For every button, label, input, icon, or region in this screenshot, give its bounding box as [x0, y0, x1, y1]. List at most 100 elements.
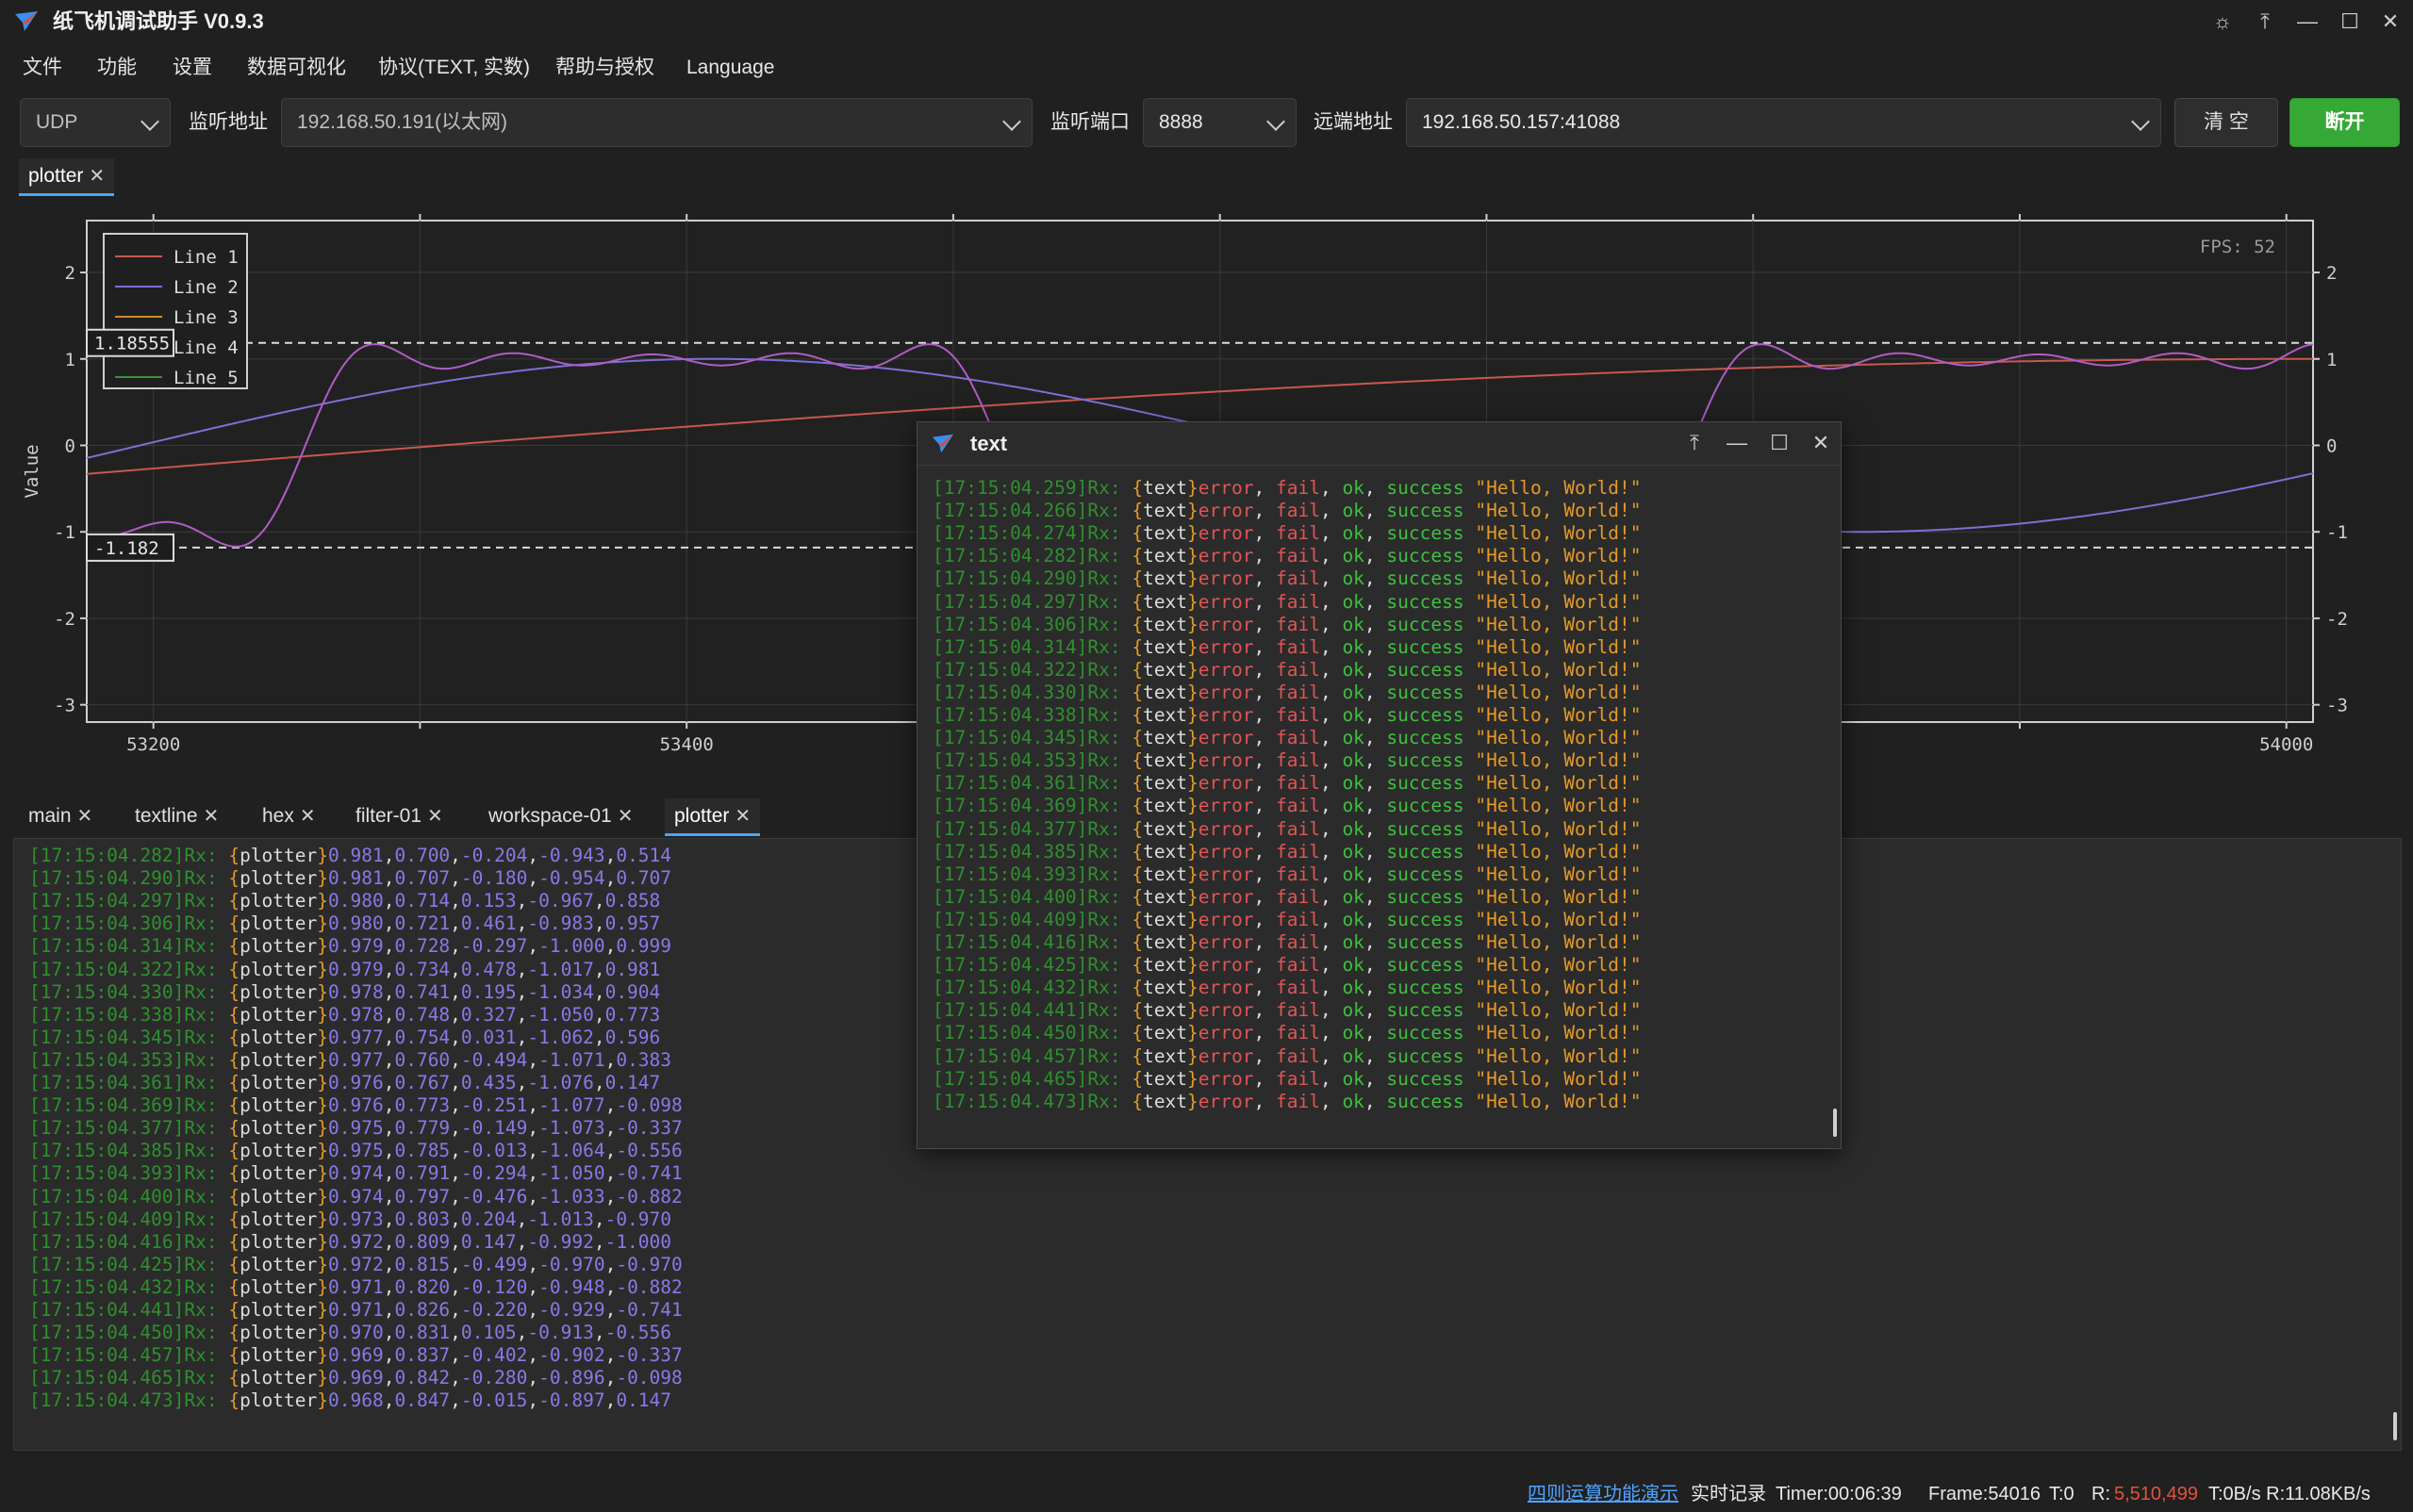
close-tab-icon[interactable]: ✕ — [427, 798, 443, 834]
text-log-word: fail — [1275, 590, 1320, 613]
text-log-word: fail — [1275, 977, 1320, 999]
brace-close: } — [1187, 885, 1198, 908]
minimize-icon[interactable]: — — [2291, 6, 2323, 38]
text-log-line: [17:15:04.345]Rx: {text}error, fail, ok,… — [933, 727, 1641, 749]
tab-hex[interactable]: hex ✕ — [253, 798, 325, 836]
text-log-word: ok — [1342, 1067, 1364, 1090]
log-value: -0.337 — [616, 1117, 683, 1140]
theme-sun-icon[interactable]: ☼ — [2206, 6, 2239, 38]
minimize-icon[interactable]: — — [1721, 427, 1753, 459]
comma: , — [604, 1162, 617, 1185]
log-value: -0.970 — [604, 1208, 672, 1230]
log-value: -0.204 — [460, 845, 528, 866]
log-value: 0.147 — [604, 1072, 661, 1093]
text-log-word: , — [1253, 863, 1276, 885]
log-timestamp: [17:15:04.306]Rx: — [29, 912, 229, 935]
menu-file[interactable]: 文件 — [23, 49, 62, 87]
log-line: [17:15:04.345]Rx: {plotter}0.977,0.754,0… — [29, 1027, 660, 1049]
demo-link[interactable]: 四则运算功能演示 — [1528, 1482, 1678, 1506]
brace-open: { — [1132, 1067, 1144, 1090]
log-value: 0.973 — [328, 1208, 384, 1230]
close-tab-icon[interactable]: ✕ — [735, 798, 751, 834]
tab-main[interactable]: main ✕ — [19, 798, 102, 836]
text-log-panel[interactable]: [17:15:04.259]Rx: {text}error, fail, ok,… — [923, 473, 1830, 1133]
log-value: -1.071 — [538, 1048, 605, 1071]
clear-button[interactable]: 清 空 — [2174, 98, 2278, 147]
tab-plotter-top[interactable]: plotter ✕ — [19, 158, 115, 196]
text-log-line: [17:15:04.441]Rx: {text}error, fail, ok,… — [933, 999, 1641, 1022]
log-value: -0.970 — [538, 1253, 605, 1275]
tab-plotter[interactable]: plotter ✕ — [665, 798, 761, 836]
text-log-word: , — [1319, 817, 1343, 840]
menu-settings[interactable]: 设置 — [173, 49, 212, 87]
log-value: -0.983 — [527, 912, 594, 935]
log-value: 0.195 — [460, 980, 517, 1003]
text-log-line: [17:15:04.314]Rx: {text}error, fail, ok,… — [933, 636, 1641, 659]
listen-address-select[interactable]: 192.168.50.191(以太网) — [281, 98, 1033, 147]
log-value: 0.754 — [394, 1026, 451, 1048]
close-tab-icon[interactable]: ✕ — [89, 158, 105, 194]
menu-data-visualization[interactable]: 数据可视化 — [247, 49, 346, 87]
text-log-word: success — [1386, 772, 1464, 795]
comma: , — [450, 1208, 461, 1230]
log-value: 0.435 — [460, 1072, 517, 1093]
menu-protocol[interactable]: 协议(TEXT, 实数) — [378, 49, 530, 87]
remote-address-label: 远端地址 — [1314, 111, 1393, 133]
rx-count: 5,510,499 — [2114, 1484, 2198, 1504]
close-tab-icon[interactable]: ✕ — [300, 798, 316, 834]
tab-filter-01[interactable]: filter-01 ✕ — [346, 798, 453, 836]
tab-workspace-01[interactable]: workspace-01 ✕ — [479, 798, 643, 836]
close-tab-icon[interactable]: ✕ — [77, 798, 93, 834]
comma: , — [527, 1117, 539, 1140]
text-log-word: ok — [1342, 772, 1364, 795]
comma: , — [604, 1048, 617, 1071]
menu-help[interactable]: 帮助与授权 — [555, 49, 654, 87]
text-log-word: , — [1319, 885, 1343, 908]
log-value: -1.077 — [538, 1094, 605, 1117]
maximize-icon[interactable]: ☐ — [2334, 6, 2366, 38]
text-log-word: , — [1253, 727, 1276, 749]
comma: , — [450, 1003, 461, 1026]
listen-port-combo[interactable]: 8888 — [1143, 98, 1297, 147]
brace-open: { — [228, 1162, 240, 1185]
text-log-word: , — [1319, 999, 1343, 1022]
legend-label: Line 5 — [174, 368, 239, 388]
brace-close: } — [317, 1322, 329, 1344]
disconnect-button[interactable]: 断开 — [2289, 98, 2400, 147]
comma: , — [527, 1048, 539, 1071]
text-log-tag: text — [1143, 1067, 1188, 1090]
tab-label: plotter — [674, 805, 730, 827]
floating-window-titlebar[interactable]: text ⤒ — ☐ ✕ — [917, 422, 1841, 466]
log-value: 0.383 — [616, 1048, 672, 1071]
log-value: 0.461 — [460, 912, 517, 935]
log-tag: plotter — [240, 912, 318, 935]
maximize-icon[interactable]: ☐ — [1763, 427, 1795, 459]
menu-language[interactable]: Language — [686, 49, 774, 87]
text-scrollbar[interactable] — [1833, 1109, 1837, 1137]
chevron-down-icon — [1266, 112, 1285, 131]
log-value: -0.897 — [538, 1389, 605, 1412]
text-floating-window[interactable]: text ⤒ — ☐ ✕ [17:15:04.259]Rx: {text}err… — [917, 421, 1842, 1149]
protocol-select[interactable]: UDP — [20, 98, 171, 147]
log-value: 0.803 — [394, 1208, 451, 1230]
pin-top-icon[interactable]: ⤒ — [1678, 427, 1711, 459]
close-icon[interactable]: ✕ — [2374, 6, 2406, 38]
log-tag: plotter — [240, 890, 318, 912]
text-log-word: ok — [1342, 681, 1364, 703]
text-log-timestamp: [17:15:04.330]Rx: — [933, 681, 1132, 703]
log-scrollbar[interactable] — [2393, 1412, 2397, 1440]
close-tab-icon[interactable]: ✕ — [204, 798, 220, 834]
close-tab-icon[interactable]: ✕ — [618, 798, 634, 834]
brace-open: { — [1132, 977, 1144, 999]
remote-address-select[interactable]: 192.168.50.157:41088 — [1406, 98, 2161, 147]
brace-open: { — [1132, 817, 1144, 840]
y-axis-label: Value — [22, 444, 42, 498]
text-log-word: "Hello, World!" — [1463, 931, 1642, 953]
log-tag: plotter — [240, 1275, 318, 1298]
brace-open: { — [1132, 658, 1144, 681]
pin-top-icon[interactable]: ⤒ — [2249, 6, 2281, 38]
text-log-word: , — [1319, 500, 1343, 522]
tab-textline[interactable]: textline ✕ — [125, 798, 228, 836]
close-icon[interactable]: ✕ — [1805, 427, 1837, 459]
menu-function[interactable]: 功能 — [97, 49, 137, 87]
